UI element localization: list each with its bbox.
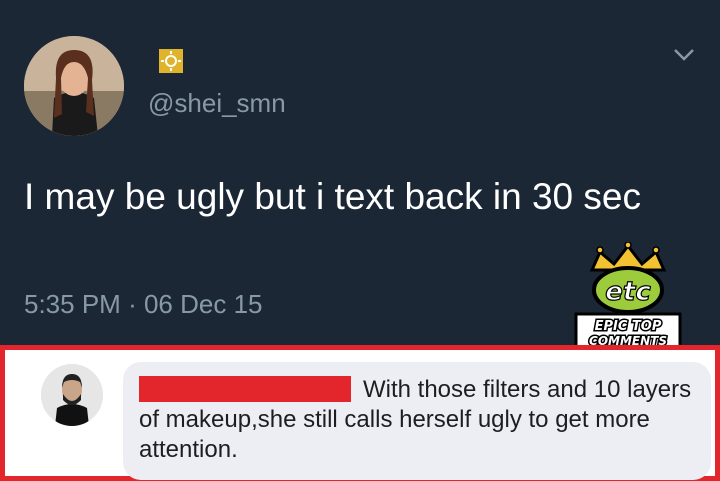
tweet-date: 06 Dec 15 <box>143 289 263 319</box>
crown-icon <box>589 242 667 272</box>
commenter-avatar[interactable] <box>41 364 103 426</box>
sun-icon <box>159 49 183 73</box>
user-handle[interactable]: @shei_smn <box>148 88 286 119</box>
highlighted-comment: With those filters and 10 layers of make… <box>0 345 720 481</box>
tweet-time: 5:35 PM <box>24 289 121 319</box>
comment-text: With those filters and 10 layers of make… <box>139 376 692 463</box>
tweet-timestamp[interactable]: 5:35 PM · 06 Dec 15 <box>24 289 263 320</box>
tweet-text: I may be ugly but i text back in 30 sec <box>24 176 641 217</box>
profile-avatar[interactable] <box>24 36 124 136</box>
chevron-down-icon[interactable] <box>672 46 696 64</box>
logo-brand: etc <box>605 277 651 307</box>
tweet-card: @shei_smn I may be ugly but i text back … <box>0 0 720 352</box>
separator-dot: · <box>128 289 137 319</box>
etc-logo: etc EPIC TOP COMMENTS <box>574 242 682 352</box>
logo-tagline-1: EPIC TOP <box>595 319 662 334</box>
comment-bubble: With those filters and 10 layers of make… <box>123 362 711 480</box>
